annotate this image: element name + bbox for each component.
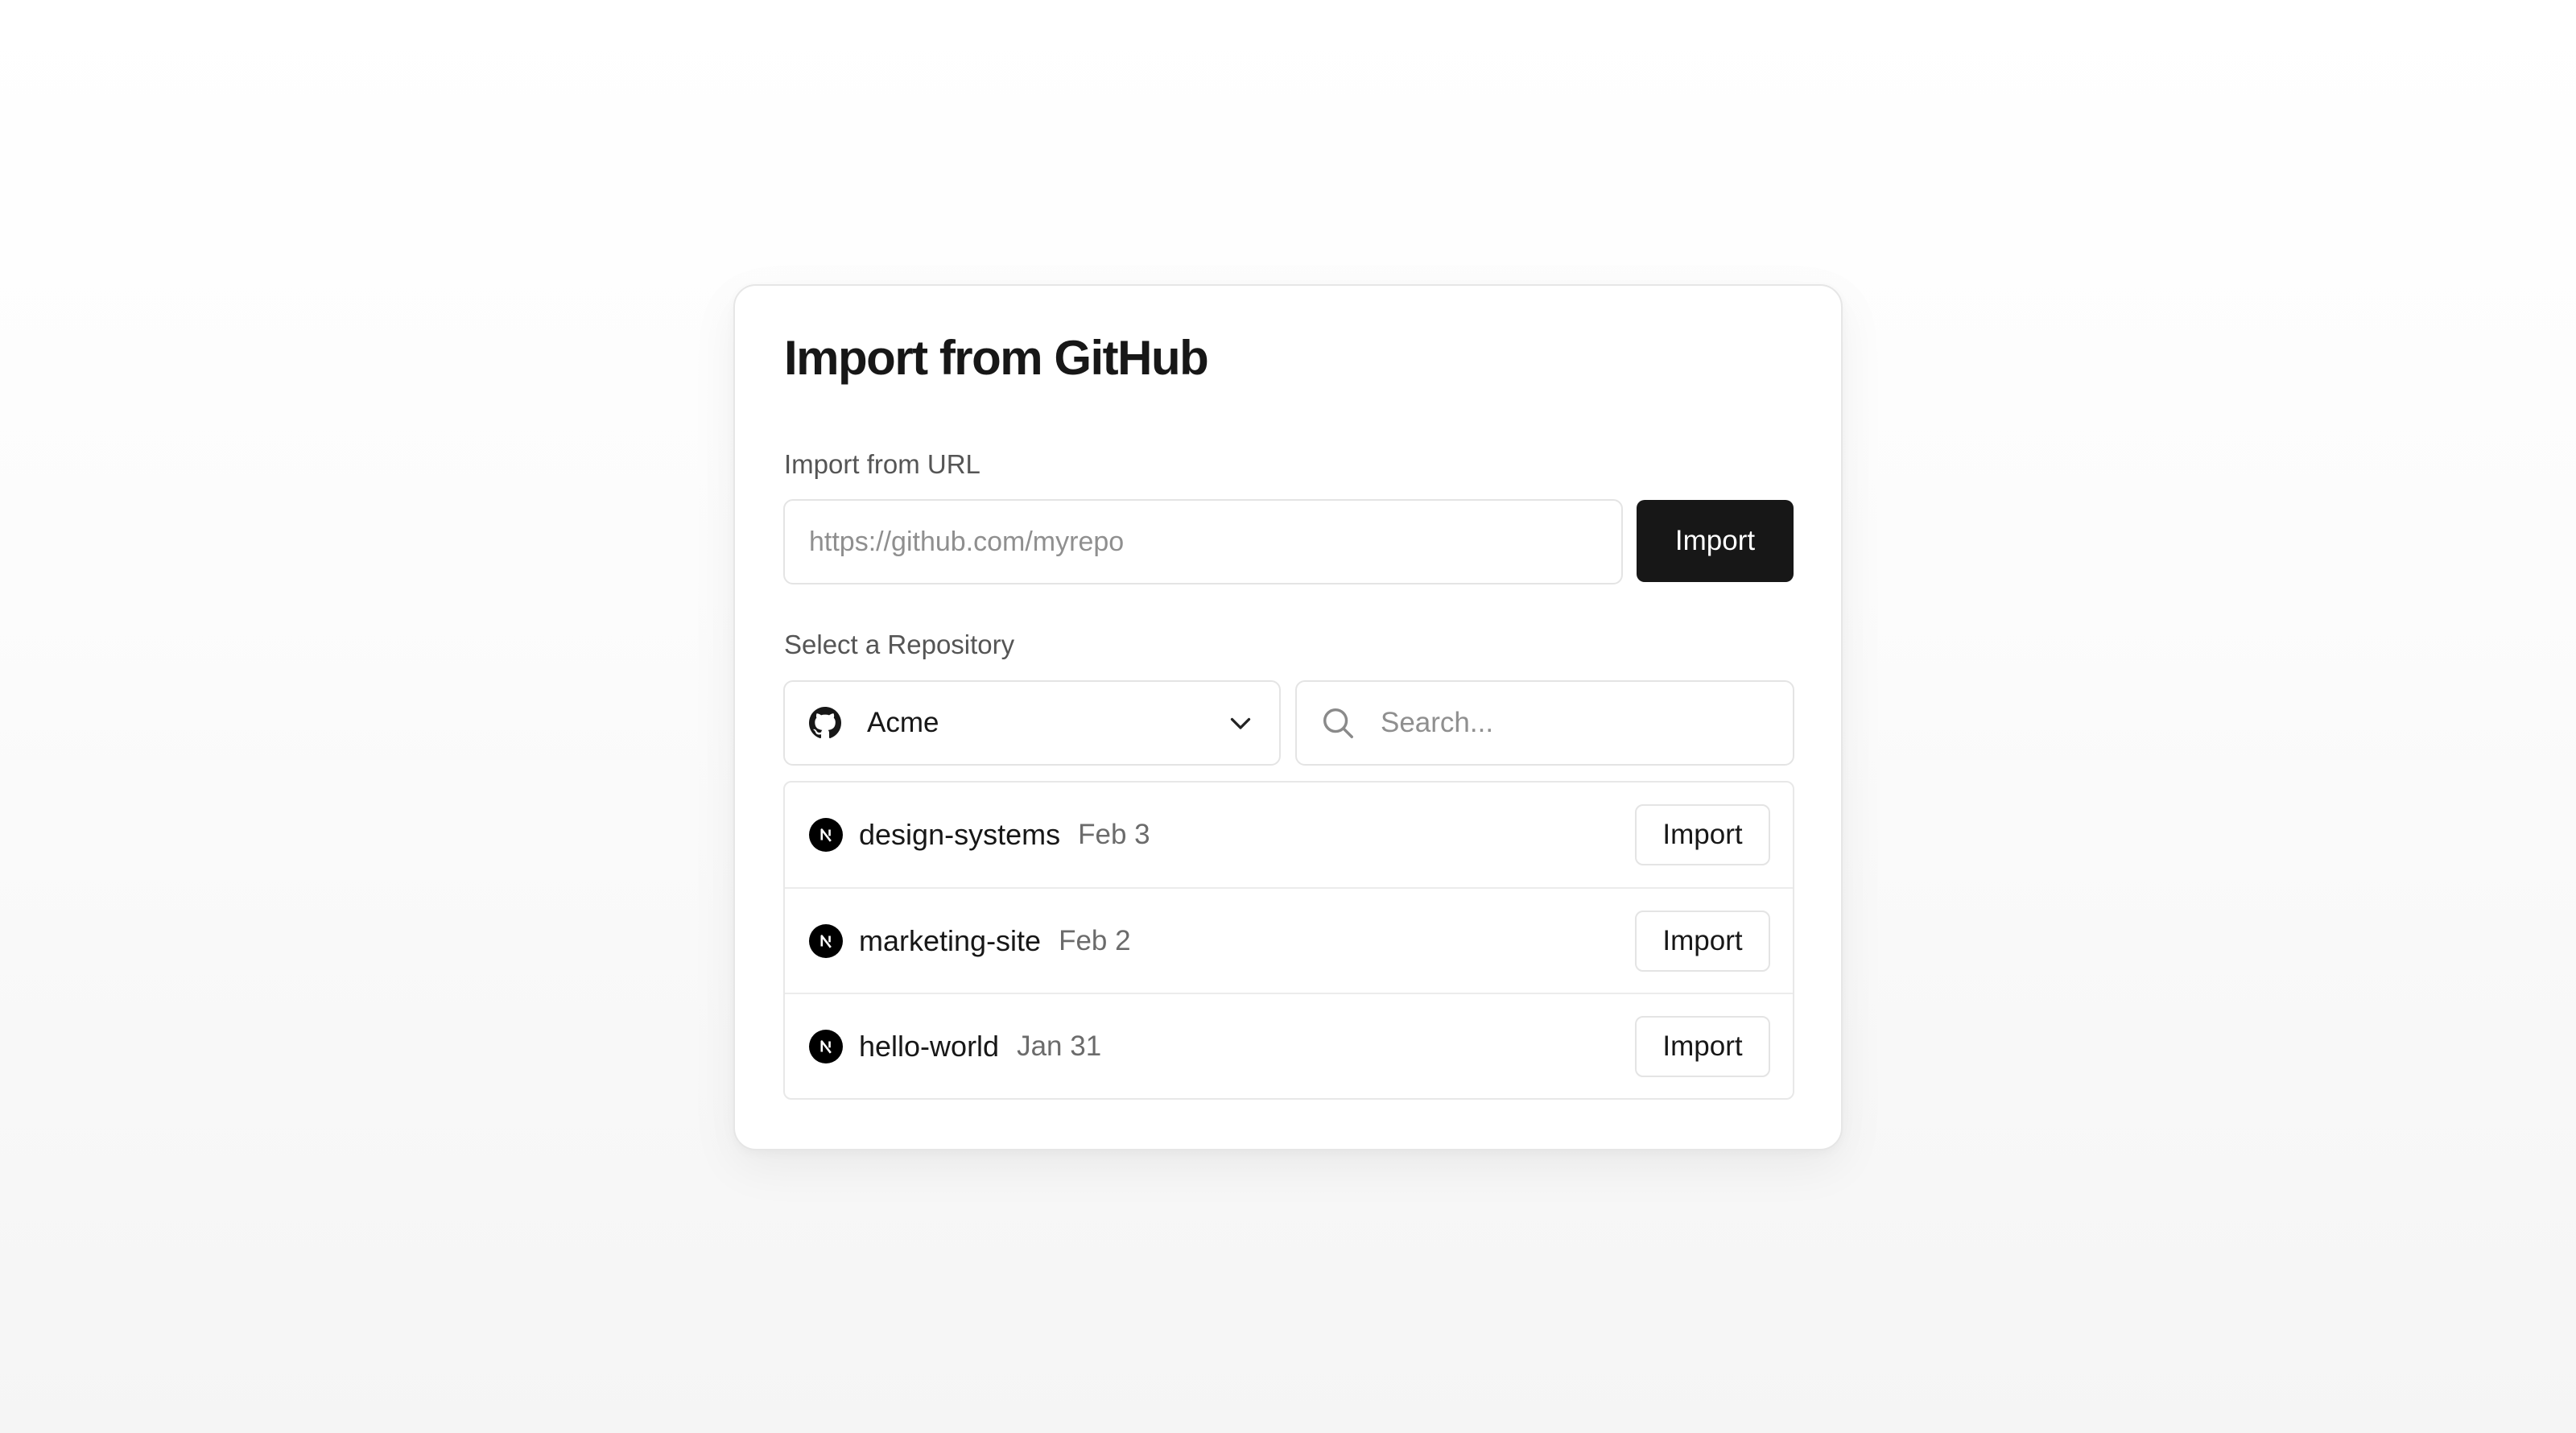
import-repo-button[interactable]: Import (1635, 804, 1770, 865)
import-url-button[interactable]: Import (1637, 500, 1794, 582)
repository-search (1295, 680, 1794, 766)
repo-name: marketing-site (859, 923, 1042, 957)
url-input[interactable] (783, 499, 1623, 584)
repository-section-label: Select a Repository (784, 630, 1015, 659)
nextjs-icon (809, 1029, 843, 1063)
list-item: hello-world Jan 31 Import (785, 993, 1793, 1098)
chevron-down-icon (1226, 708, 1255, 737)
list-item: design-systems Feb 3 Import (785, 783, 1793, 887)
nextjs-icon (809, 923, 843, 958)
repository-list: design-systems Feb 3 Import marketing-si… (783, 781, 1794, 1100)
dialog-title: Import from GitHub (784, 331, 1209, 385)
account-select-value: Acme (867, 707, 939, 738)
repo-date: Jan 31 (1017, 1030, 1102, 1062)
url-field-label: Import from URL (784, 449, 980, 479)
repo-name: hello-world (859, 1029, 1000, 1063)
search-icon (1319, 704, 1356, 741)
github-icon (809, 707, 841, 739)
repo-date: Feb 2 (1059, 924, 1131, 956)
import-repo-button[interactable]: Import (1635, 910, 1770, 972)
import-dialog: Import from GitHub Import from URL Impor… (733, 284, 1843, 1150)
nextjs-icon (809, 818, 843, 852)
repo-name: design-systems (859, 818, 1061, 851)
import-repo-button[interactable]: Import (1635, 1015, 1770, 1077)
repo-date: Feb 3 (1078, 819, 1150, 850)
search-input[interactable] (1381, 707, 1770, 739)
list-item: marketing-site Feb 2 Import (785, 887, 1793, 993)
account-select[interactable]: Acme (783, 680, 1281, 766)
